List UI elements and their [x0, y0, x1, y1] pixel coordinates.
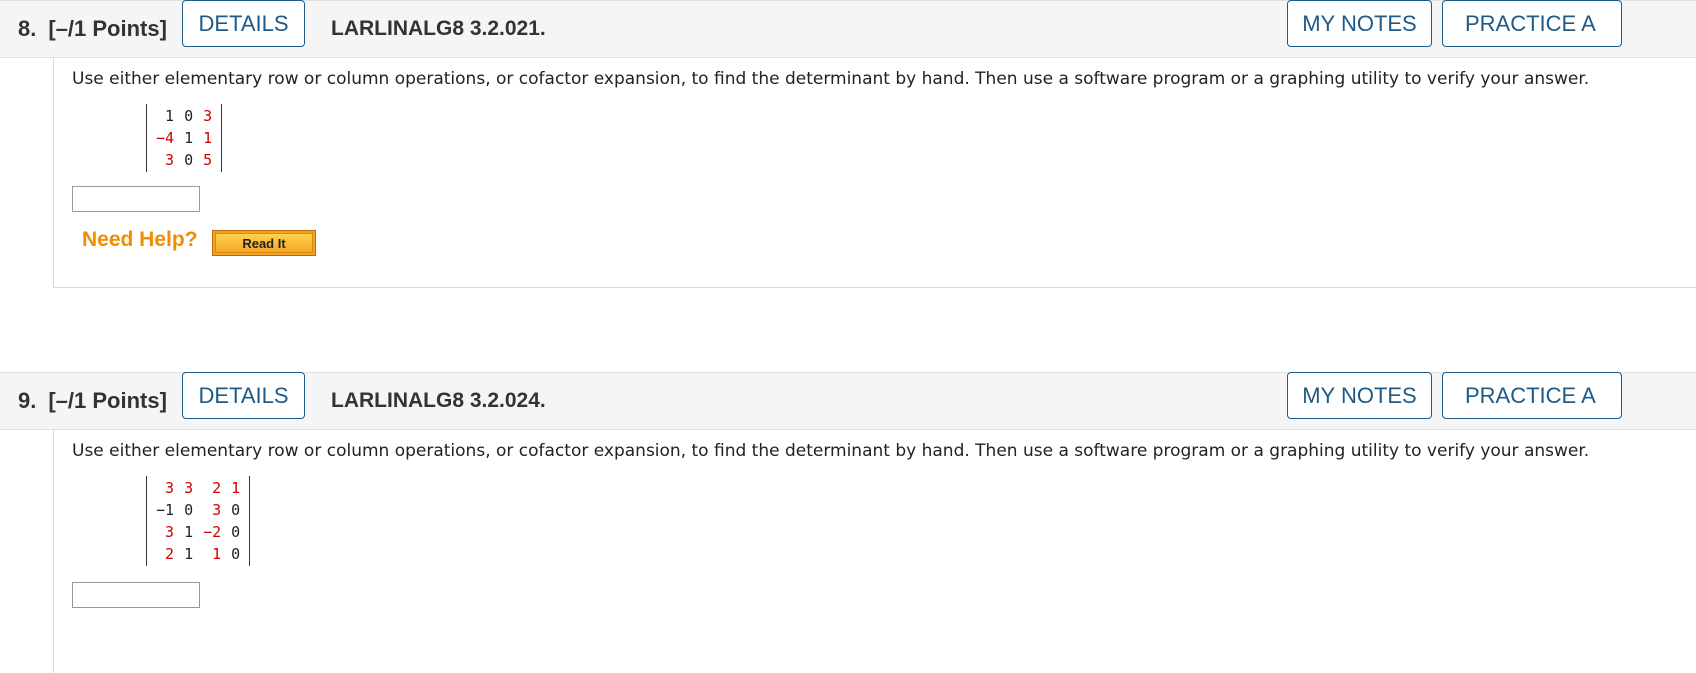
- matrix-cell: 1: [184, 523, 194, 541]
- question-9-body: Use either elementary row or column oper…: [53, 430, 1696, 673]
- question-number: 8. [–/1 Points]: [18, 1, 167, 57]
- need-help-label: Need Help?: [82, 228, 198, 251]
- matrix-cell: 3: [203, 107, 213, 125]
- matrix-cell: 0: [184, 151, 194, 169]
- question-8-header: 8. [–/1 Points] DETAILS LARLINALG8 3.2.0…: [0, 0, 1696, 58]
- question-prompt: Use either elementary row or column oper…: [72, 441, 1590, 461]
- matrix-cell: 1: [231, 479, 241, 497]
- question-number: 9. [–/1 Points]: [18, 373, 167, 429]
- my-notes-button[interactable]: MY NOTES: [1287, 0, 1432, 47]
- points-label: [–/1 Points]: [48, 388, 167, 413]
- practice-another-button[interactable]: PRACTICE A: [1442, 372, 1622, 419]
- question-number-label: 8.: [18, 16, 37, 41]
- matrix-cell: 0: [184, 501, 194, 519]
- matrix-cell: 0: [231, 523, 241, 541]
- matrix-cell: 1: [165, 107, 175, 125]
- question-9-header: 9. [–/1 Points] DETAILS LARLINALG8 3.2.0…: [0, 372, 1696, 430]
- matrix-cell: 0: [231, 545, 241, 563]
- matrix-cell: −2: [203, 523, 222, 541]
- matrix-cell: 2: [165, 545, 175, 563]
- question-8-body: Use either elementary row or column oper…: [53, 58, 1696, 288]
- matrix-cell: 0: [231, 501, 241, 519]
- problem-code: LARLINALG8 3.2.024.: [331, 389, 546, 412]
- matrix-cell: −4: [156, 129, 175, 147]
- matrix-cell: 1: [184, 129, 194, 147]
- question-number-label: 9.: [18, 388, 37, 413]
- problem-code: LARLINALG8 3.2.021.: [331, 17, 546, 40]
- points-label: [–/1 Points]: [48, 16, 167, 41]
- matrix-cell: 2: [212, 479, 222, 497]
- details-button[interactable]: DETAILS: [182, 0, 305, 47]
- matrix-cell: 1: [203, 129, 213, 147]
- matrix-cell: 5: [203, 151, 213, 169]
- matrix-cell: 3: [165, 151, 175, 169]
- read-it-label: Read It: [215, 233, 313, 253]
- read-it-button[interactable]: Read It: [212, 230, 316, 256]
- matrix-cell: −1: [156, 501, 175, 519]
- matrix-cell: 3: [165, 523, 175, 541]
- question-prompt: Use either elementary row or column oper…: [72, 69, 1590, 89]
- matrix-cell: 3: [165, 479, 175, 497]
- matrix-cell: 1: [212, 545, 222, 563]
- details-button[interactable]: DETAILS: [182, 372, 305, 419]
- determinant-matrix: 1 0 3 −4 1 1 3 0 5: [146, 104, 223, 172]
- matrix-cell: 3: [212, 501, 222, 519]
- matrix-cell: 3: [184, 479, 194, 497]
- matrix-cell: 0: [184, 107, 194, 125]
- practice-another-button[interactable]: PRACTICE A: [1442, 0, 1622, 47]
- my-notes-button[interactable]: MY NOTES: [1287, 372, 1432, 419]
- matrix-cell: 1: [184, 545, 194, 563]
- answer-input[interactable]: [72, 582, 200, 608]
- determinant-matrix: 3 3 2 1 −1 0 3 0 3 1 −2 0 2 1 1 0: [146, 476, 251, 566]
- answer-input[interactable]: [72, 186, 200, 212]
